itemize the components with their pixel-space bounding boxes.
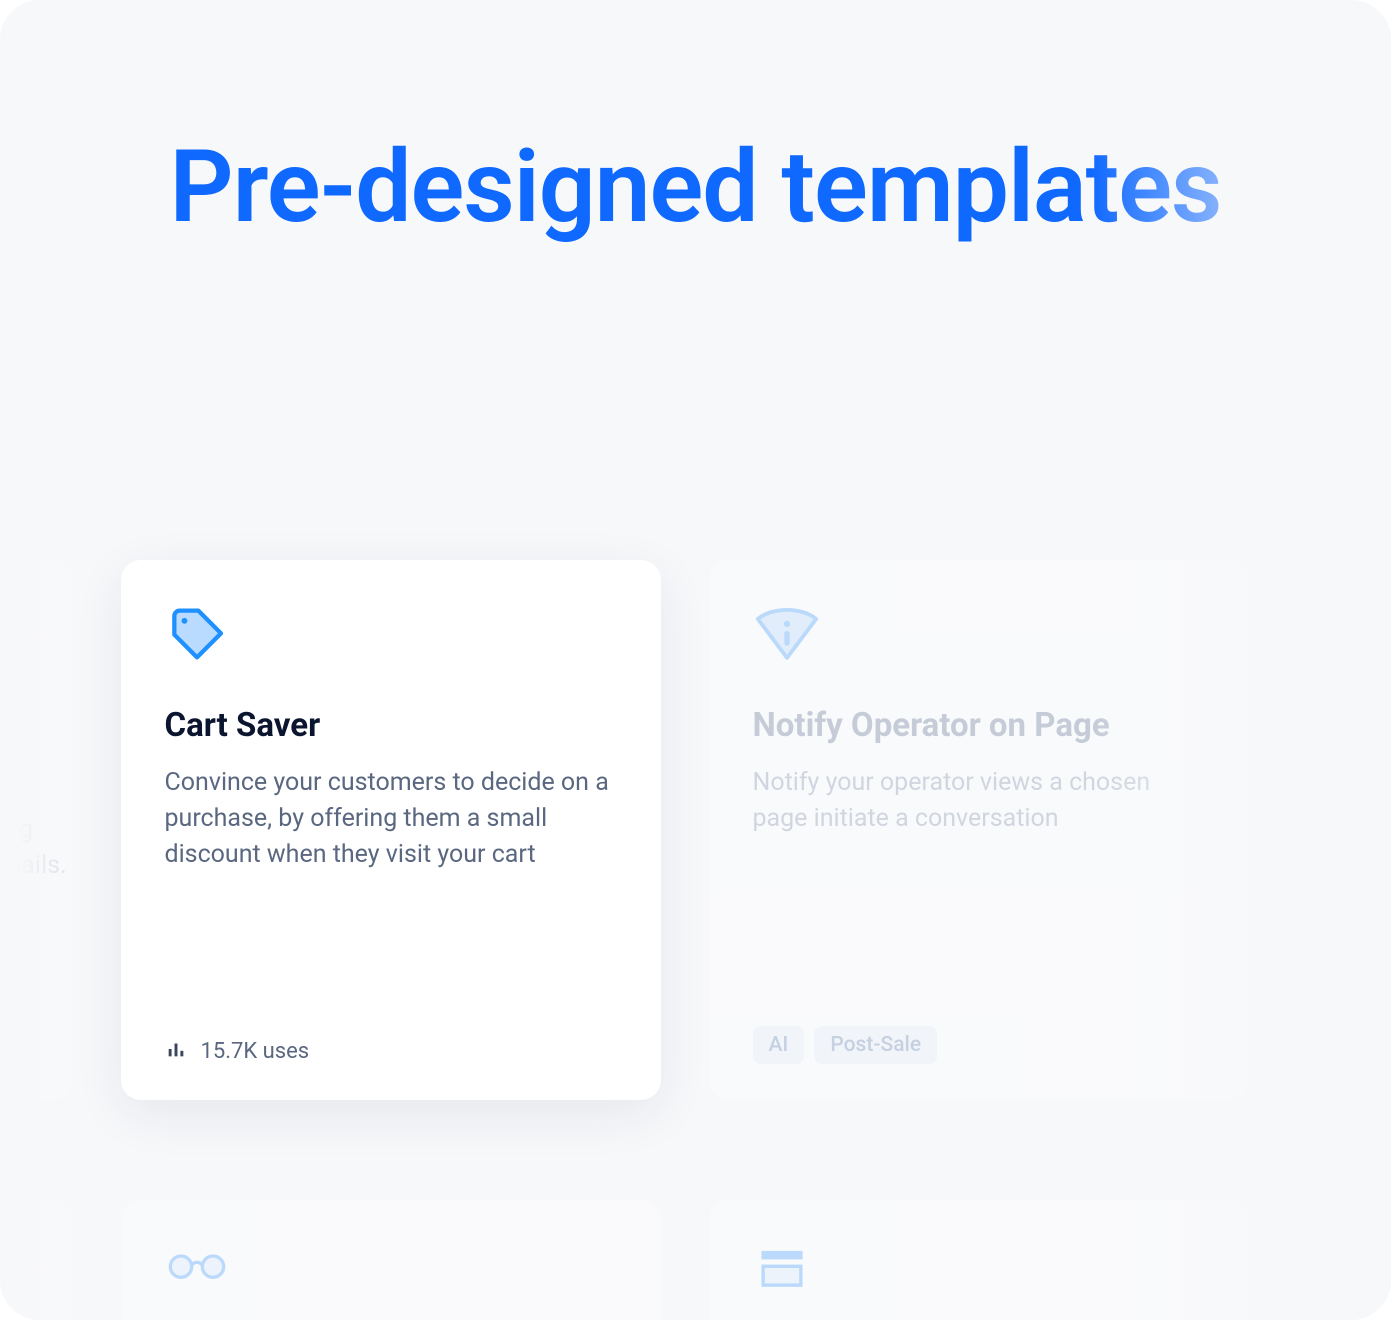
template-card-footer: AI Post-Sale — [753, 1026, 1205, 1064]
tag-post-sale[interactable]: Post-Sale — [814, 1026, 937, 1064]
template-cards-row: about product orming visitors' questions… — [0, 560, 1391, 1100]
section-heading: Pre-designed templates — [0, 130, 1391, 245]
wifi-info-icon — [753, 604, 1205, 668]
template-card-footer: 15.7K uses — [165, 1038, 617, 1064]
template-card-placeholder[interactable] — [709, 1200, 1249, 1320]
tag-icon — [165, 604, 617, 668]
template-card-description: Convince your customers to decide on a p… — [165, 765, 617, 874]
template-card-placeholder[interactable] — [121, 1200, 661, 1320]
template-cards-row-next — [0, 1200, 1391, 1320]
template-card-description: Notify your operator views a chosen page… — [753, 765, 1205, 838]
glasses-icon — [165, 1244, 229, 1288]
storefront-icon — [753, 1244, 811, 1296]
template-card-description: about product orming visitors' questions… — [0, 812, 73, 885]
template-tags: AI Post-Sale — [753, 1026, 938, 1064]
template-card-cart-saver[interactable]: Cart Saver Convince your customers to de… — [121, 560, 661, 1100]
template-card-notify-operator[interactable]: Notify Operator on Page Notify your oper… — [709, 560, 1249, 1100]
template-card-previous[interactable]: about product orming visitors' questions… — [0, 560, 73, 1100]
tag-ai[interactable]: AI — [753, 1026, 805, 1064]
template-card-title: Notify Operator on Page — [753, 704, 1205, 749]
template-card-title: Cart Saver — [165, 704, 617, 749]
template-uses-count: 15.7K uses — [201, 1039, 310, 1064]
bar-chart-icon — [165, 1038, 187, 1064]
templates-section: Pre-designed templates about product orm… — [0, 0, 1391, 1320]
template-card-placeholder[interactable] — [0, 1200, 73, 1320]
